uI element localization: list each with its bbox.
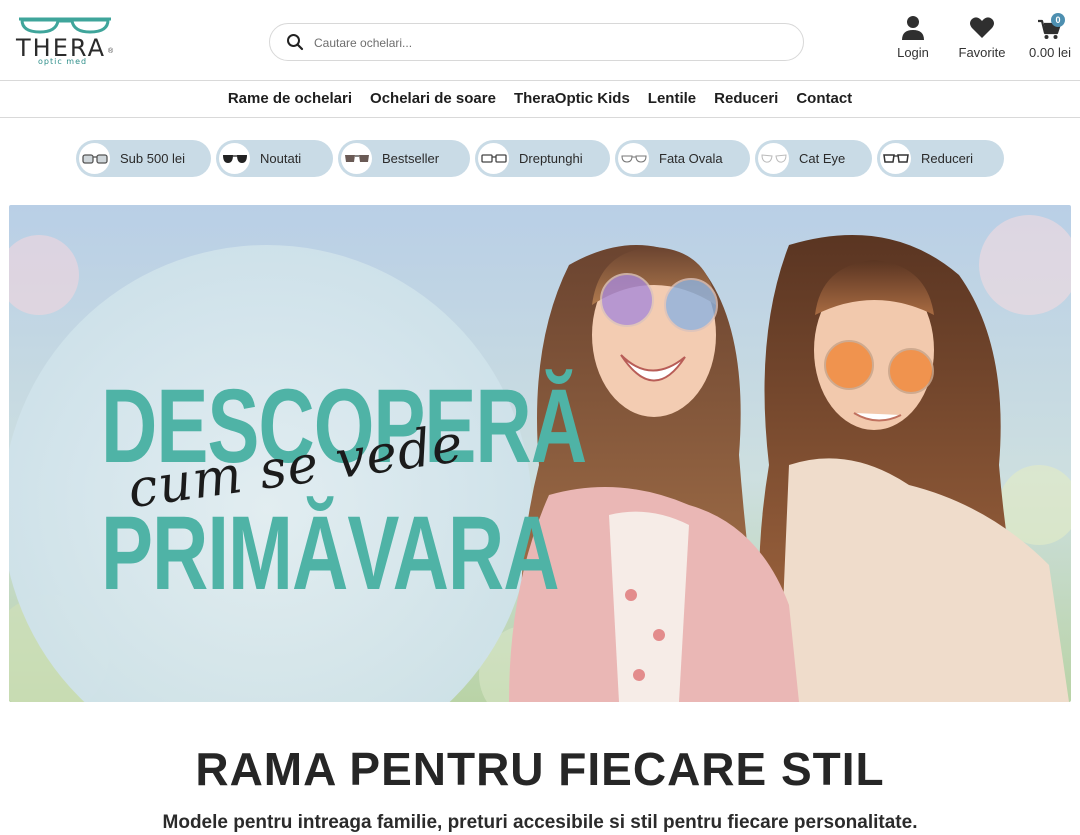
glasses-frame-icon — [880, 143, 911, 174]
section-title: RAMA PENTRU FIECARE STIL — [195, 743, 885, 795]
search-icon[interactable] — [286, 33, 304, 51]
search-input[interactable] — [314, 32, 784, 54]
category-chip-sub-500-lei[interactable]: Sub 500 lei — [76, 140, 211, 177]
favorites-button[interactable]: Favorite — [950, 15, 1014, 60]
cart-count-badge: 0 — [1051, 13, 1065, 27]
login-label: Login — [897, 45, 929, 60]
category-chip-noutati[interactable]: Noutati — [216, 140, 333, 177]
category-chip-fata-ovala[interactable]: Fata Ovala — [615, 140, 750, 177]
hero-banner[interactable]: DESCOPERĂ cum se vede PRIMĂVARA — [9, 205, 1071, 702]
heart-icon — [970, 17, 994, 38]
logo-glasses-icon — [19, 17, 111, 34]
cart-button[interactable]: 0 0.00 lei — [1022, 13, 1078, 60]
category-chip-label: Fata Ovala — [659, 151, 723, 166]
category-chip-label: Cat Eye — [799, 151, 846, 166]
main-nav: Rame de ochelari Ochelari de soare Thera… — [0, 81, 1080, 118]
cat-eye-glasses-icon — [758, 143, 789, 174]
nav-item-rame-de-ochelari[interactable]: Rame de ochelari — [228, 90, 352, 107]
logo-registered-mark: ® — [108, 48, 114, 55]
logo[interactable]: THERA ® optic med — [16, 14, 116, 70]
category-chip-label: Sub 500 lei — [120, 151, 186, 166]
logo-tagline: optic med — [38, 57, 88, 66]
user-icon — [902, 16, 924, 40]
nav-item-ochelari-de-soare[interactable]: Ochelari de soare — [370, 90, 496, 107]
category-chip-bestseller[interactable]: Bestseller — [338, 140, 470, 177]
site-header: THERA ® optic med Login Favorite — [0, 0, 1080, 81]
favorites-label: Favorite — [958, 45, 1006, 60]
rectangle-glasses-icon — [478, 143, 509, 174]
section-subtitle: Modele pentru intreaga familie, preturi … — [162, 812, 918, 833]
category-chip-label: Noutati — [260, 151, 302, 166]
category-chip-label: Bestseller — [382, 151, 440, 166]
cart-icon-wrap: 0 — [1037, 13, 1065, 41]
oval-glasses-icon — [618, 143, 649, 174]
sunglasses-icon — [219, 143, 250, 174]
nav-item-reduceri[interactable]: Reduceri — [714, 90, 778, 107]
banner-title-line2: PRIMĂVARA — [101, 493, 560, 613]
category-chip-reduceri[interactable]: Reduceri — [877, 140, 1004, 177]
category-chip-label: Reduceri — [921, 151, 974, 166]
nav-item-lentile[interactable]: Lentile — [648, 90, 696, 107]
search-bar — [269, 23, 804, 61]
category-chip-cat-eye[interactable]: Cat Eye — [755, 140, 872, 177]
category-chip-dreptunghi[interactable]: Dreptunghi — [475, 140, 610, 177]
category-chip-label: Dreptunghi — [519, 151, 583, 166]
cart-total: 0.00 lei — [1029, 45, 1071, 60]
sunglasses-icon — [341, 143, 372, 174]
glasses-frame-icon — [79, 143, 110, 174]
category-chips: Sub 500 lei Noutati Bestseller Dreptungh… — [76, 140, 1004, 177]
login-button[interactable]: Login — [890, 15, 936, 60]
nav-item-contact[interactable]: Contact — [796, 90, 852, 107]
nav-item-theraoptic-kids[interactable]: TheraOptic Kids — [514, 90, 630, 107]
